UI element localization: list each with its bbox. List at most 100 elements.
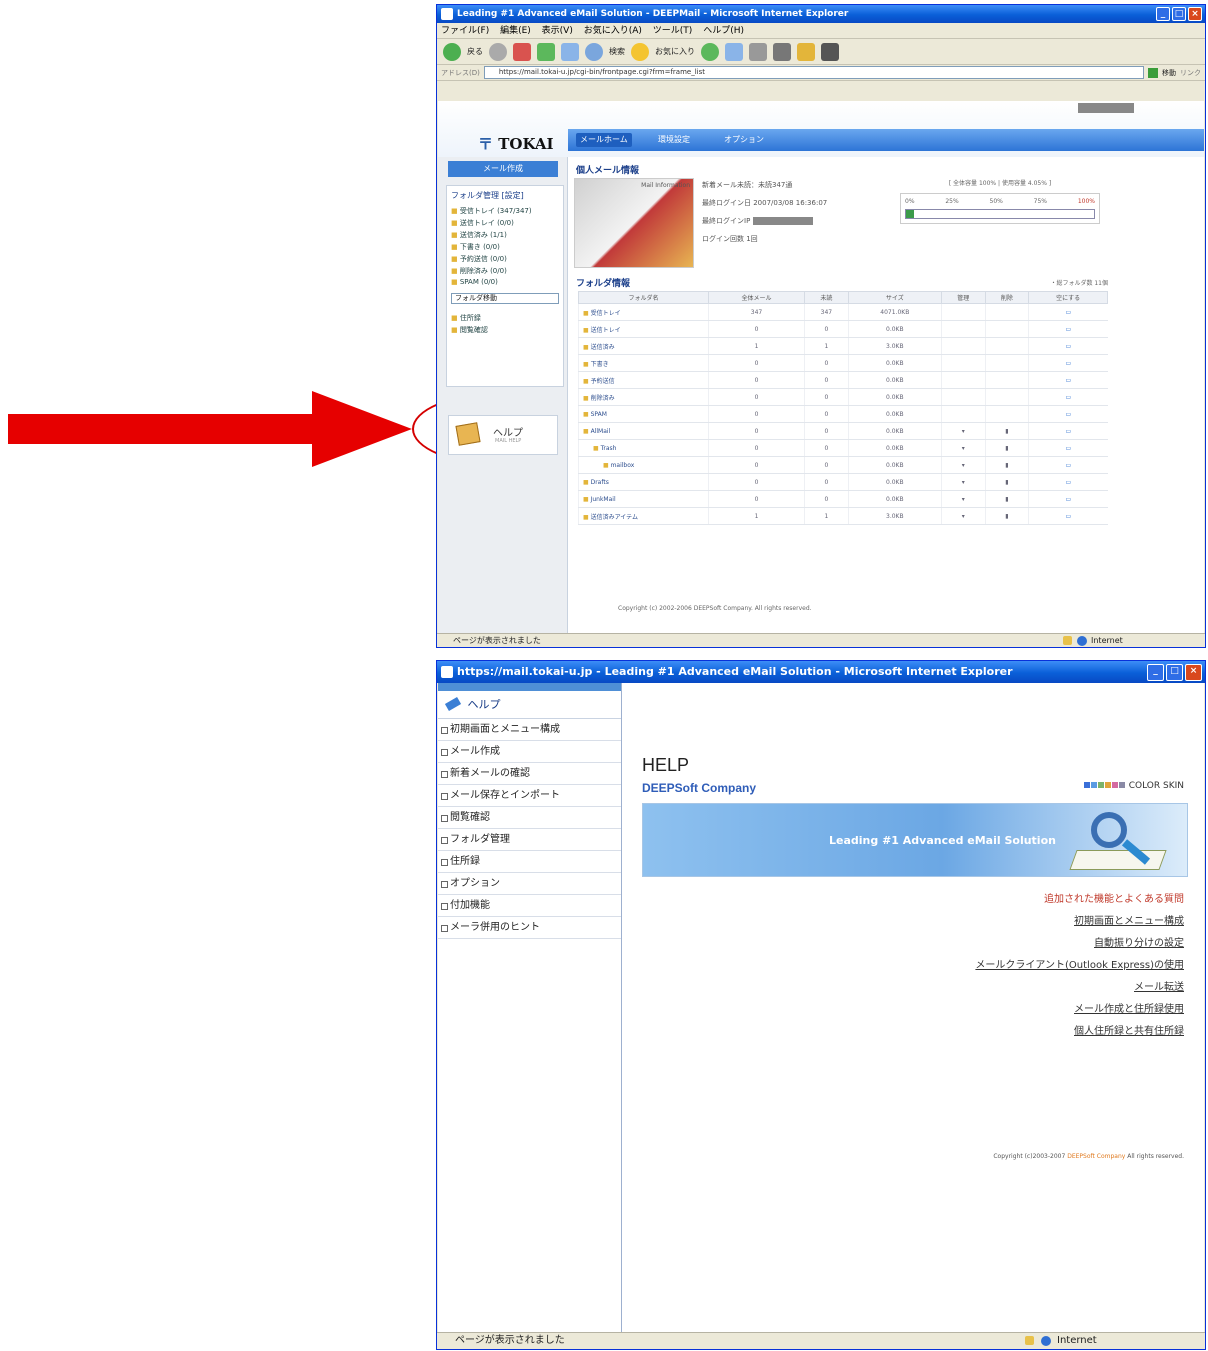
empty-folder-icon[interactable]: ▭ [1028, 439, 1108, 457]
help-link[interactable]: 初期画面とメニュー構成 [975, 911, 1184, 933]
manage-icon[interactable]: ▾ [940, 490, 986, 508]
edit-icon[interactable] [773, 42, 791, 61]
read-confirm-link[interactable]: 閲覧確認 [447, 324, 563, 336]
help-nav-item[interactable]: 閲覧確認 [438, 807, 621, 829]
folder-name-cell[interactable]: mailbox [578, 456, 709, 474]
folder-name-cell[interactable]: JunkMail [578, 490, 709, 508]
help-link[interactable]: 自動振り分けの設定 [975, 933, 1184, 955]
folder-name-cell[interactable]: 送信トレイ [578, 320, 709, 338]
favorites-star-icon[interactable] [631, 42, 649, 61]
address-book-link[interactable]: 住所録 [447, 312, 563, 324]
empty-folder-icon[interactable]: ▭ [1028, 490, 1108, 508]
empty-folder-icon[interactable]: ▭ [1028, 320, 1108, 338]
folder-icon[interactable] [797, 42, 815, 61]
help-nav-item[interactable]: メーラ併用のヒント [438, 917, 621, 939]
info-unread[interactable]: 新着メール未読：未読347通 [702, 180, 892, 190]
tab-settings[interactable]: 環境設定 [654, 133, 694, 147]
trash-icon[interactable]: ▮ [984, 473, 1029, 491]
help-nav-item[interactable]: メール保存とインポート [438, 785, 621, 807]
folder-name-cell[interactable]: Drafts [578, 473, 709, 491]
maximize-icon[interactable]: □ [1172, 7, 1186, 21]
folder-name-cell[interactable]: 送信済みアイテム [578, 507, 709, 525]
empty-folder-icon[interactable]: ▭ [1028, 371, 1108, 389]
address-input[interactable]: https://mail.tokai-u.jp/cgi-bin/frontpag… [483, 66, 1144, 79]
menu-edit[interactable]: 編集(E) [500, 26, 531, 36]
close-icon[interactable]: × [1185, 664, 1202, 681]
menu-file[interactable]: ファイル(F) [441, 26, 489, 36]
folder-move-select[interactable]: フォルダ移動 [451, 293, 559, 304]
stop-icon[interactable] [513, 42, 531, 61]
copyright-company[interactable]: DEEPSoft Company [1067, 1153, 1125, 1160]
help-link-faq[interactable]: 追加された機能とよくある質問 [975, 889, 1184, 911]
trash-icon[interactable]: ▮ [984, 439, 1029, 457]
folder-item[interactable]: 予約送信 (0/0) [447, 253, 563, 265]
tab-mail-home[interactable]: メールホーム [576, 133, 632, 147]
manage-icon[interactable]: ▾ [940, 439, 986, 457]
menu-help[interactable]: ヘルプ(H) [703, 26, 744, 36]
folder-item[interactable]: 送信トレイ (0/0) [447, 217, 563, 229]
back-icon[interactable] [443, 42, 461, 61]
trash-icon[interactable]: ▮ [984, 490, 1029, 508]
folder-name-cell[interactable]: 予約送信 [578, 371, 709, 389]
help-nav-item[interactable]: 新着メールの確認 [438, 763, 621, 785]
folder-name-cell[interactable]: SPAM [578, 405, 709, 423]
help-link[interactable]: メールクライアント(Outlook Express)の使用 [975, 955, 1184, 977]
window-titlebar[interactable]: Leading #1 Advanced eMail Solution - DEE… [437, 5, 1205, 23]
help-link[interactable]: メール作成と住所録使用 [975, 999, 1184, 1021]
print-icon[interactable] [749, 42, 767, 61]
minimize-icon[interactable]: _ [1156, 7, 1170, 21]
mail-icon[interactable] [725, 42, 743, 61]
home-icon[interactable] [561, 42, 579, 61]
folder-name-cell[interactable]: 送信済み [578, 337, 709, 355]
maximize-icon[interactable]: □ [1166, 664, 1183, 681]
folder-name-cell[interactable]: 削除済み [578, 388, 709, 406]
empty-folder-icon[interactable]: ▭ [1028, 303, 1108, 321]
menu-favorites[interactable]: お気に入り(A) [584, 26, 642, 36]
skin-swatch[interactable] [1090, 782, 1097, 788]
folder-item[interactable]: 受信トレイ (347/347) [447, 205, 563, 217]
folder-item[interactable]: 下書き (0/0) [447, 241, 563, 253]
help-nav-item[interactable]: 住所録 [438, 851, 621, 873]
skin-swatch[interactable] [1118, 782, 1125, 788]
search-icon[interactable] [585, 42, 603, 61]
tab-options[interactable]: オプション [720, 133, 768, 147]
folder-item[interactable]: SPAM (0/0) [447, 277, 563, 287]
empty-folder-icon[interactable]: ▭ [1028, 456, 1108, 474]
history-icon[interactable] [701, 42, 719, 61]
folder-item[interactable]: 削除済み (0/0) [447, 265, 563, 277]
messenger-icon[interactable] [821, 42, 839, 61]
trash-icon[interactable]: ▮ [984, 456, 1029, 474]
skin-swatch[interactable] [1083, 782, 1090, 788]
menu-tools[interactable]: ツール(T) [653, 26, 693, 36]
help-nav-item[interactable]: 付加機能 [438, 895, 621, 917]
skin-swatch[interactable] [1111, 782, 1118, 788]
help-link[interactable]: 個人住所録と共有住所録 [975, 1021, 1184, 1043]
manage-icon[interactable]: ▾ [940, 473, 986, 491]
refresh-icon[interactable] [537, 42, 555, 61]
color-skin-label[interactable]: COLOR SKIN [1129, 781, 1184, 791]
window-titlebar[interactable]: https://mail.tokai-u.jp - Leading #1 Adv… [437, 661, 1205, 683]
help-nav-item[interactable]: 初期画面とメニュー構成 [438, 719, 621, 741]
folder-name-cell[interactable]: 受信トレイ [578, 303, 709, 321]
go-arrow-icon[interactable] [1148, 67, 1158, 78]
go-button[interactable]: 移動 [1162, 68, 1176, 78]
empty-folder-icon[interactable]: ▭ [1028, 507, 1108, 525]
compose-button[interactable]: メール作成 [448, 161, 558, 177]
tokai-logo[interactable]: 〒 TOKAI [478, 133, 554, 154]
links-label[interactable]: リンク [1180, 68, 1201, 78]
manage-icon[interactable]: ▾ [940, 422, 986, 440]
skin-swatch[interactable] [1097, 782, 1104, 788]
folder-name-cell[interactable]: 下書き [578, 354, 709, 372]
empty-folder-icon[interactable]: ▭ [1028, 354, 1108, 372]
manage-icon[interactable]: ▾ [940, 507, 986, 525]
empty-folder-icon[interactable]: ▭ [1028, 405, 1108, 423]
help-link[interactable]: メール転送 [975, 977, 1184, 999]
folder-item[interactable]: 送信済み (1/1) [447, 229, 563, 241]
empty-folder-icon[interactable]: ▭ [1028, 388, 1108, 406]
trash-icon[interactable]: ▮ [984, 507, 1029, 525]
search-label[interactable]: 検索 [609, 46, 625, 57]
minimize-icon[interactable]: _ [1147, 664, 1164, 681]
folder-manage-button[interactable]: [設定] [502, 191, 524, 200]
manage-icon[interactable]: ▾ [940, 456, 986, 474]
forward-icon[interactable] [489, 42, 507, 61]
